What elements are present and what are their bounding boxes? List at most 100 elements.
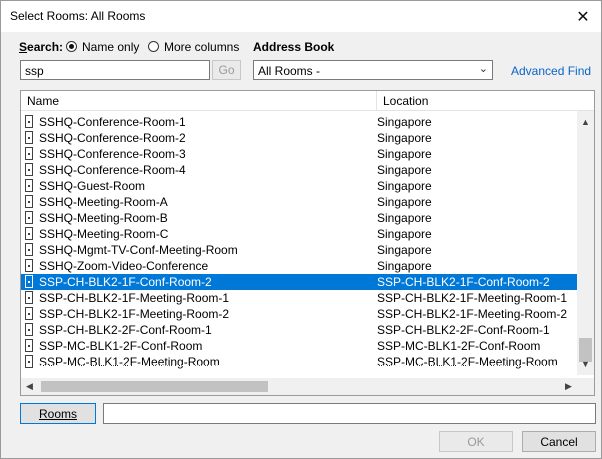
rooms-button-label: Rooms — [38, 406, 77, 421]
room-name: SSP-MC-BLK1-2F-Meeting-Room — [39, 355, 220, 369]
room-name: SSHQ-Conference-Room-4 — [39, 163, 186, 177]
room-icon — [25, 227, 33, 240]
room-location: SSP-CH-BLK2-1F-Meeting-Room-2 — [377, 307, 568, 321]
select-rooms-dialog: Select Rooms: All Rooms ✕ Search: Name o… — [0, 0, 602, 459]
room-name: SSHQ-Conference-Room-2 — [39, 131, 186, 145]
room-icon — [25, 339, 33, 352]
scroll-right-icon[interactable]: ▶ — [560, 381, 577, 392]
room-name: SSHQ-Conference-Room-1 — [39, 115, 186, 129]
scroll-up-icon[interactable]: ▲ — [577, 117, 594, 127]
name-only-radio[interactable] — [66, 41, 77, 52]
room-name: SSHQ-Guest-Room — [39, 179, 146, 193]
window-title: Select Rooms: All Rooms — [10, 9, 146, 23]
room-location: Singapore — [377, 147, 432, 161]
room-location: SSP-CH-BLK2-1F-Meeting-Room-1 — [377, 291, 568, 305]
room-location: Singapore — [377, 259, 432, 273]
room-icon — [25, 195, 33, 208]
room-icon — [25, 291, 33, 304]
list-item[interactable]: SSP-MC-BLK1-2F-Conf-Room SSP-MC-BLK1-2F-C… — [21, 338, 577, 354]
room-location: Singapore — [377, 131, 432, 145]
list-item[interactable]: SSP-CH-BLK2-1F-Meeting-Room-1 SSP-CH-BLK2… — [21, 290, 577, 306]
more-columns-label[interactable]: More columns — [164, 40, 239, 54]
go-button[interactable]: Go — [212, 60, 241, 80]
list-item[interactable]: SSHQ-Conference-Room-1 Singapore — [21, 114, 577, 130]
room-location: SSP-MC-BLK1-2F-Conf-Room — [377, 339, 541, 353]
room-name: SSHQ-Meeting-Room-B — [39, 211, 168, 225]
room-name: SSP-CH-BLK2-1F-Meeting-Room-2 — [39, 307, 230, 321]
room-icon — [25, 259, 33, 272]
room-location: Singapore — [377, 115, 432, 129]
column-header-location[interactable]: Location — [383, 94, 428, 108]
title-bar: Select Rooms: All Rooms ✕ — [1, 1, 601, 32]
close-icon[interactable]: ✕ — [565, 1, 601, 32]
room-location: SSP-CH-BLK2-2F-Conf-Room-1 — [377, 323, 550, 337]
room-icon — [25, 131, 33, 144]
room-name: SSP-MC-BLK1-2F-Conf-Room — [39, 339, 203, 353]
search-label-rest: earch: — [27, 40, 64, 54]
ok-button[interactable]: OK — [439, 431, 513, 452]
address-book-label: Address Book — [253, 40, 335, 54]
list-item[interactable]: SSP-CH-BLK2-1F-Conf-Room-2 SSP-CH-BLK2-1F… — [21, 274, 577, 290]
room-location: Singapore — [377, 195, 432, 209]
room-icon — [25, 211, 33, 224]
room-icon — [25, 243, 33, 256]
list-item[interactable]: SSHQ-Meeting-Room-C Singapore — [21, 226, 577, 242]
room-name: SSHQ-Meeting-Room-A — [39, 195, 168, 209]
list-item[interactable]: SSP-CH-BLK2-2F-Conf-Room-1 SSP-CH-BLK2-2F… — [21, 322, 577, 338]
list-item[interactable]: SSHQ-Meeting-Room-A Singapore — [21, 194, 577, 210]
room-icon — [25, 163, 33, 176]
list-item[interactable]: SSHQ-Guest-Room Singapore — [21, 178, 577, 194]
list-item[interactable]: SSP-MC-BLK1-2F-Meeting-Room SSP-MC-BLK1-2… — [21, 354, 577, 370]
list-rows: SSHQ-Conference-Room-1 Singapore SSHQ-Conf… — [21, 114, 577, 370]
search-input-value: ssp — [25, 64, 44, 78]
vertical-scrollbar[interactable]: ▲ ▼ — [577, 111, 594, 375]
list-item[interactable]: SSHQ-Conference-Room-3 Singapore — [21, 146, 577, 162]
room-icon — [25, 323, 33, 336]
room-location: Singapore — [377, 243, 432, 257]
room-name: SSHQ-Zoom-Video-Conference — [39, 259, 209, 273]
room-name: SSP-CH-BLK2-1F-Meeting-Room-1 — [39, 291, 230, 305]
list-item[interactable]: SSHQ-Conference-Room-4 Singapore — [21, 162, 577, 178]
rooms-field[interactable] — [103, 403, 596, 424]
address-book-value: All Rooms - — [258, 64, 321, 78]
room-icon — [25, 115, 33, 128]
list-item[interactable]: SSHQ-Meeting-Room-B Singapore — [21, 210, 577, 226]
address-book-select[interactable]: All Rooms - ⌄ — [253, 60, 493, 80]
room-name: SSP-CH-BLK2-2F-Conf-Room-1 — [39, 323, 212, 337]
scroll-left-icon[interactable]: ◀ — [21, 381, 38, 392]
chevron-down-icon: ⌄ — [478, 63, 488, 75]
room-name: SSHQ-Meeting-Room-C — [39, 227, 169, 241]
search-input[interactable]: ssp — [20, 60, 210, 80]
room-location: Singapore — [377, 227, 432, 241]
list-item[interactable]: SSHQ-Zoom-Video-Conference Singapore — [21, 258, 577, 274]
horizontal-scrollbar[interactable]: ◀ ▶ — [21, 378, 577, 395]
room-icon — [25, 307, 33, 320]
rooms-button[interactable]: Rooms — [20, 403, 96, 424]
room-location: SSP-CH-BLK2-1F-Conf-Room-2 — [377, 275, 550, 289]
room-icon — [25, 355, 33, 368]
search-label: Search: — [19, 40, 64, 54]
room-icon — [25, 147, 33, 160]
room-location: Singapore — [377, 179, 432, 193]
cancel-button[interactable]: Cancel — [522, 431, 596, 452]
scroll-corner — [577, 378, 594, 395]
room-location: Singapore — [377, 211, 432, 225]
scroll-down-icon[interactable]: ▼ — [577, 359, 594, 369]
name-only-label[interactable]: Name only — [82, 40, 139, 54]
room-name: SSP-CH-BLK2-1F-Conf-Room-2 — [39, 275, 212, 289]
list-item[interactable]: SSHQ-Conference-Room-2 Singapore — [21, 130, 577, 146]
horizontal-scroll-thumb[interactable] — [41, 381, 268, 392]
room-icon — [25, 179, 33, 192]
list-item[interactable]: SSP-CH-BLK2-1F-Meeting-Room-2 SSP-CH-BLK2… — [21, 306, 577, 322]
more-columns-radio[interactable] — [148, 41, 159, 52]
room-name: SSHQ-Conference-Room-3 — [39, 147, 186, 161]
list-header: Name Location — [21, 91, 594, 111]
room-icon — [25, 275, 33, 288]
rooms-list[interactable]: Name Location SSHQ-Conference-Room-1 Sing… — [20, 90, 595, 396]
list-item[interactable]: SSHQ-Mgmt-TV-Conf-Meeting-Room Singapore — [21, 242, 577, 258]
column-separator — [376, 91, 377, 110]
column-header-name[interactable]: Name — [27, 94, 59, 108]
room-name: SSHQ-Mgmt-TV-Conf-Meeting-Room — [39, 243, 238, 257]
advanced-find-link[interactable]: Advanced Find — [511, 64, 591, 78]
room-location: SSP-MC-BLK1-2F-Meeting-Room — [377, 355, 558, 369]
